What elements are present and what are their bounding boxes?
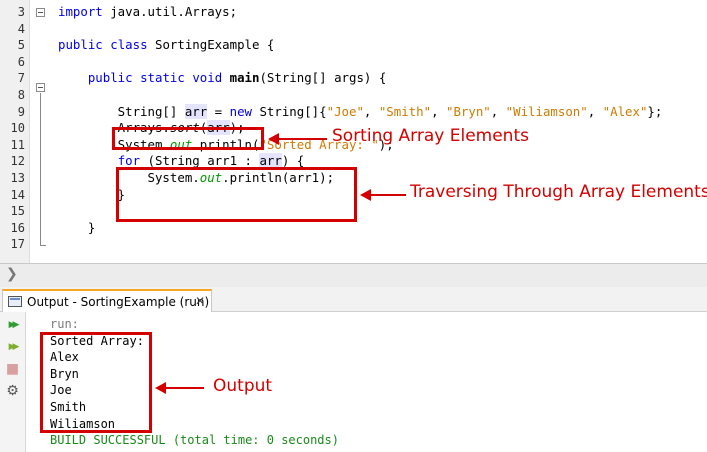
panel-splitter[interactable]: ❯ <box>0 263 707 287</box>
code-token: String[] <box>58 103 185 119</box>
code-token: String[]{ <box>252 103 327 119</box>
code-token: main <box>229 70 260 86</box>
line-number: 15 <box>10 204 25 219</box>
code-token: "Joe" <box>326 103 364 119</box>
close-icon[interactable]: ✕ <box>195 294 205 308</box>
code-token: class <box>110 37 148 53</box>
sorting-highlight-box <box>112 127 264 150</box>
code-line[interactable]: 9 String[] arr = new String[]{"Joe", "Sm… <box>0 103 707 121</box>
tab-label: Output - SortingExample (run) <box>27 295 210 309</box>
rerun-icon[interactable]: ▶▶ <box>3 316 22 335</box>
code-token: = <box>207 103 230 119</box>
line-number: 16 <box>10 220 25 235</box>
code-token: public <box>87 70 133 86</box>
code-token: void <box>192 70 223 86</box>
code-token: , <box>363 103 379 119</box>
output-console[interactable]: run: Sorted Array: Alex Bryn Joe Smith Wiliam… <box>27 312 707 452</box>
output-window-icon <box>8 296 22 307</box>
code-token: new <box>229 103 252 119</box>
line-number: 12 <box>10 154 25 169</box>
code-text: String[] arr = new String[]{"Joe", "Smit… <box>58 103 663 121</box>
code-line[interactable]: 7 public static void main(String[] args)… <box>0 70 707 87</box>
line-number: 11 <box>10 137 25 152</box>
fold-import-icon[interactable] <box>36 8 45 17</box>
output-arrow-line <box>164 387 204 389</box>
line-number: 7 <box>17 71 25 86</box>
console-line: BUILD SUCCESSFUL (total time: 0 seconds) <box>50 433 339 448</box>
traversing-arrow-line <box>369 194 406 196</box>
fold-method-icon[interactable] <box>36 83 45 92</box>
code-token: }; <box>647 103 663 119</box>
code-token: "Smith" <box>378 103 432 119</box>
code-line[interactable]: 8 <box>0 87 707 104</box>
line-number: 3 <box>17 5 25 19</box>
tab-output-sortingexample[interactable]: Output - SortingExample (run) ✕ <box>2 289 212 312</box>
code-line[interactable]: 3 import java.util.Arrays; <box>0 4 707 21</box>
line-number: 8 <box>17 88 25 102</box>
sorting-annotation-label: Sorting Array Elements <box>332 126 529 146</box>
line-number: 13 <box>10 171 25 185</box>
code-text: public static void main(String[] args) { <box>58 70 386 87</box>
code-line[interactable]: 4 <box>0 21 707 38</box>
line-number: 14 <box>10 187 25 202</box>
code-token: "Wiliamson" <box>505 103 588 119</box>
code-line[interactable]: 16 } <box>0 220 707 237</box>
traversing-annotation-label: Traversing Through Array Elements <box>410 182 707 202</box>
code-line[interactable]: 6 <box>0 54 707 71</box>
settings-icon[interactable]: ⚙ <box>3 382 22 401</box>
code-token: , <box>431 103 446 119</box>
sorting-arrow-line <box>277 138 327 140</box>
code-text: public class SortingExample { <box>58 37 274 54</box>
code-token: , <box>587 103 603 119</box>
stop-icon[interactable]: ■ <box>3 360 22 379</box>
code-token: } <box>58 219 96 235</box>
line-number: 9 <box>17 104 25 119</box>
fold-end-marker <box>40 245 46 246</box>
code-token: , <box>490 103 506 119</box>
code-line[interactable]: 5 public class SortingExample { <box>0 37 707 54</box>
output-tab-bar: Output - SortingExample (run) ✕ <box>0 287 707 312</box>
console-line: run: <box>50 317 79 331</box>
code-token: (String[] args) { <box>259 70 387 86</box>
line-number: 6 <box>17 54 25 69</box>
code-token: arr <box>184 103 208 119</box>
output-annotation-label: Output <box>213 376 273 396</box>
code-line[interactable]: 17 <box>0 236 707 253</box>
code-text: import java.util.Arrays; <box>58 4 237 21</box>
rerun-with-args-icon[interactable]: ▶▶ <box>3 338 22 357</box>
line-number: 4 <box>17 21 25 36</box>
line-number: 17 <box>10 237 25 252</box>
code-text: } <box>58 220 95 237</box>
code-token: static <box>140 70 185 86</box>
code-token: java.util.Arrays; <box>102 4 238 19</box>
output-toolbar: ▶▶ ▶▶ ■ ⚙ <box>0 312 26 452</box>
fold-guide <box>40 93 41 245</box>
code-token: "Alex" <box>602 103 648 119</box>
line-number: 10 <box>10 121 25 136</box>
line-number: 5 <box>17 38 25 53</box>
code-token: SortingExample { <box>147 37 275 53</box>
output-highlight-box <box>40 332 152 433</box>
chevron-right-icon[interactable]: ❯ <box>6 266 18 282</box>
code-editor[interactable]: 3 import java.util.Arrays; 4 5 public class … <box>0 0 707 263</box>
code-token: "Bryn" <box>445 103 491 119</box>
code-token: public <box>58 37 103 53</box>
traversing-highlight-box <box>116 167 357 222</box>
code-token: import <box>58 4 103 19</box>
